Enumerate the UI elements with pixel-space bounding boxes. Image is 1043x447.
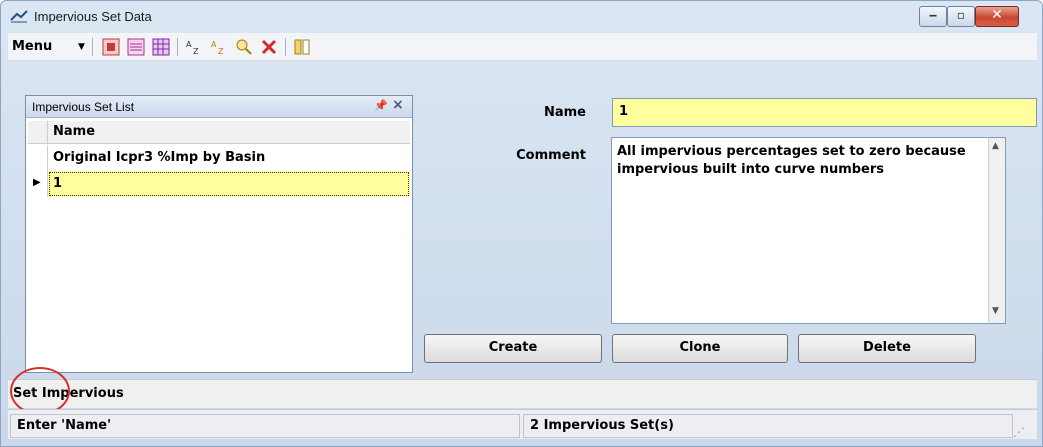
status-right: 2 Impervious Set(s) [523,414,1013,438]
toolbar-separator [92,38,93,56]
table-cell[interactable]: 1 [48,171,410,197]
comment-scrollbar[interactable]: ▲ ▼ [988,137,1006,324]
row-selector[interactable] [28,145,48,171]
column-header-name[interactable]: Name [53,124,95,139]
name-field[interactable]: 1 [612,98,1037,127]
panel-title: Impervious Set List [32,100,135,114]
svg-text:Z: Z [218,47,224,56]
row-selector[interactable]: ▶ [28,171,48,197]
columns-icon[interactable] [293,38,311,56]
table-row[interactable]: Original Icpr3 %Imp by Basin [28,145,410,171]
grid-header: Name [28,121,410,144]
window-title: Impervious Set Data [34,9,152,24]
find-icon[interactable] [235,38,253,56]
toolbar: Menu ▼ AZ AZ [8,33,1037,61]
toolbar-separator [177,38,178,56]
current-row-icon: ▶ [33,177,41,188]
close-icon: ✕ [991,7,1003,23]
close-button[interactable]: ✕ [975,6,1019,27]
svg-text:Z: Z [193,47,199,56]
chevron-down-icon[interactable]: ▼ [78,42,85,52]
scroll-down-icon[interactable]: ▼ [992,306,999,316]
comment-label: Comment [516,148,586,163]
minimize-icon: ‒ [928,8,938,22]
list-view-icon[interactable] [127,38,145,56]
minimize-button[interactable]: ‒ [919,6,947,27]
scroll-up-icon[interactable]: ▲ [992,141,999,151]
name-label: Name [543,105,586,120]
set-bar: Set Impervious [8,379,1037,408]
svg-text:A: A [186,40,192,49]
maximize-button[interactable]: ▫ [947,6,975,27]
status-bar: Enter 'Name' 2 Impervious Set(s) [8,409,1037,439]
table-cell[interactable]: Original Icpr3 %Imp by Basin [48,145,410,171]
sort-descending-icon[interactable]: AZ [210,38,228,56]
toolbar-separator [285,38,286,56]
resize-grip-icon[interactable]: ⋰ [1013,425,1025,439]
main-window: Impervious Set Data ‒ ▫ ✕ Menu ▼ AZ AZ I… [0,0,1043,447]
clear-filter-icon[interactable] [260,38,278,56]
grid-view-icon[interactable] [152,38,170,56]
close-icon[interactable]: × [392,97,404,113]
comment-field[interactable]: All impervious percentages set to zero b… [611,137,988,324]
grid-corner [28,121,48,144]
status-left: Enter 'Name' [10,414,520,438]
add-record-icon[interactable] [102,38,120,56]
title-bar: Impervious Set Data ‒ ▫ ✕ [1,1,1042,33]
app-icon [10,10,28,23]
panel-header: Impervious Set List 📌 × [26,96,412,118]
menu-button[interactable]: Menu [12,39,52,54]
create-button[interactable]: Create [424,334,602,363]
impervious-set-list-panel: Impervious Set List 📌 × Name Original Ic… [25,95,413,373]
annotation-circle [10,367,70,415]
impervious-set-grid: Name Original Icpr3 %Imp by Basin ▶ 1 [28,121,410,371]
sort-ascending-icon[interactable]: AZ [185,38,203,56]
clone-button[interactable]: Clone [612,334,788,363]
pin-icon[interactable]: 📌 [374,99,388,112]
maximize-icon: ▫ [956,8,966,22]
svg-text:A: A [211,40,217,49]
delete-button[interactable]: Delete [798,334,976,363]
table-row[interactable]: ▶ 1 [28,171,410,197]
